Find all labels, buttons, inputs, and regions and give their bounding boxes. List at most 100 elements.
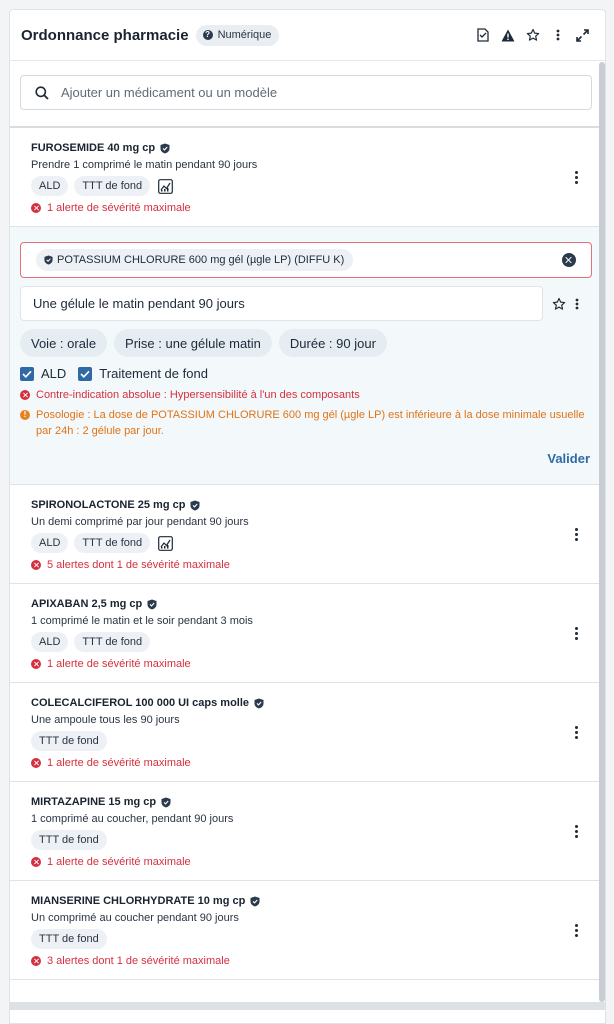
tag-ald: ALD: [31, 176, 69, 196]
prescription-list[interactable]: FUROSEMIDE 40 mg cp Prendre 1 comprimé l…: [10, 62, 605, 1023]
med-name: FUROSEMIDE 40 mg cp: [31, 142, 156, 154]
mode-badge[interactable]: ? Numérique: [195, 24, 280, 46]
med-alert[interactable]: 5 alertes dont 1 de sévérité maximale: [31, 559, 585, 571]
med-alert[interactable]: 3 alertes dont 1 de sévérité maximale: [31, 955, 585, 967]
search-input[interactable]: [61, 85, 541, 100]
posology-pills: Voie : orale Prise : une gélule matin Du…: [20, 329, 592, 357]
checkbox-traitement-de-fond-label: Traitement de fond: [99, 366, 208, 381]
more-vertical-icon[interactable]: [572, 298, 582, 310]
med-tags: ALD TTT de fond: [31, 632, 585, 652]
posology-warning-text: Posologie : La dose de POTASSIUM CHLORUR…: [36, 409, 585, 437]
med-tags: TTT de fond: [31, 929, 585, 949]
search-icon: [35, 85, 49, 100]
med-editor: POTASSIUM CHLORURE 600 mg gél (µgle LP) …: [10, 227, 605, 485]
med-alert-text: 1 alerte de sévérité maximale: [47, 658, 191, 670]
drug-chip: POTASSIUM CHLORURE 600 mg gél (µgle LP) …: [36, 249, 354, 271]
checkbox-ald-label: ALD: [41, 366, 67, 381]
shield-icon: [147, 599, 157, 609]
med-alert-text: 1 alerte de sévérité maximale: [47, 757, 191, 769]
tag-ttt-de-fond: TTT de fond: [74, 632, 151, 652]
med-item-mirtazapine[interactable]: MIRTAZAPINE 15 mg cp 1 comprimé au couch…: [10, 782, 605, 881]
list-footer-divider: [10, 1002, 605, 1010]
med-alert-text: 3 alertes dont 1 de sévérité maximale: [47, 955, 230, 967]
med-name: SPIRONOLACTONE 25 mg cp: [31, 499, 186, 511]
med-item-colecalciferol[interactable]: COLECALCIFEROL 100 000 UI caps molle Une…: [10, 683, 605, 782]
med-alert[interactable]: 1 alerte de sévérité maximale: [31, 202, 585, 214]
warning-icon[interactable]: [495, 23, 520, 48]
error-icon: [31, 956, 41, 966]
check-icon: [78, 366, 93, 381]
med-name: MIRTAZAPINE 15 mg cp: [31, 796, 157, 808]
med-posology: 1 comprimé au coucher, pendant 90 jours: [31, 813, 234, 825]
search-box[interactable]: [20, 75, 592, 110]
more-vertical-icon[interactable]: [569, 524, 583, 544]
error-icon: [31, 758, 41, 768]
tag-ald: ALD: [31, 533, 69, 553]
pill-prise[interactable]: Prise : une gélule matin: [114, 329, 272, 357]
expand-icon[interactable]: [570, 23, 595, 48]
contraindication-text: Contre-indication absolue : Hypersensibi…: [36, 389, 360, 401]
validate-button[interactable]: Valider: [547, 451, 590, 466]
more-vertical-icon[interactable]: [569, 821, 583, 841]
med-alert[interactable]: 1 alerte de sévérité maximale: [31, 757, 585, 769]
tag-ttt-de-fond: TTT de fond: [31, 929, 107, 949]
more-vertical-icon[interactable]: [569, 623, 583, 643]
med-tags: TTT de fond: [31, 731, 585, 751]
search-section: [10, 62, 605, 128]
med-tags: ALD TTT de fond: [31, 533, 585, 553]
star-icon[interactable]: [520, 23, 545, 48]
tag-ttt-de-fond: TTT de fond: [74, 176, 151, 196]
med-alert-text: 1 alerte de sévérité maximale: [47, 202, 191, 214]
drug-field[interactable]: POTASSIUM CHLORURE 600 mg gél (µgle LP) …: [20, 242, 592, 278]
posology-input[interactable]: [20, 286, 543, 321]
scrollbar[interactable]: [599, 62, 605, 1002]
shield-icon: [190, 500, 200, 510]
contraindication-alert[interactable]: Contre-indication absolue : Hypersensibi…: [20, 387, 592, 403]
header-actions: [470, 23, 595, 48]
error-icon: [31, 203, 41, 213]
shield-icon: [250, 896, 260, 906]
med-posology: Un demi comprimé par jour pendant 90 jou…: [31, 516, 249, 528]
error-icon: [31, 857, 41, 867]
med-name: COLECALCIFEROL 100 000 UI caps molle: [31, 697, 250, 709]
document-sign-icon[interactable]: [470, 23, 495, 48]
tag-ttt-de-fond: TTT de fond: [31, 731, 107, 751]
help-icon: ?: [202, 30, 213, 40]
prescription-panel: Ordonnance pharmacie ? Numérique Ajouter…: [9, 9, 606, 1024]
med-name: MIANSERINE CHLORHYDRATE 10 mg cp: [31, 895, 246, 907]
error-icon: [31, 560, 41, 570]
checkbox-traitement-de-fond[interactable]: Traitement de fond: [78, 366, 208, 381]
med-alert[interactable]: 1 alerte de sévérité maximale: [31, 856, 585, 868]
shield-icon: [44, 255, 53, 265]
more-vertical-icon[interactable]: [545, 23, 570, 48]
check-icon: [20, 366, 34, 381]
more-vertical-icon[interactable]: [569, 722, 583, 742]
med-item-apixaban[interactable]: APIXABAN 2,5 mg cp 1 comprimé le matin e…: [10, 584, 605, 683]
pill-duree[interactable]: Durée : 90 jour: [278, 329, 387, 357]
more-vertical-icon[interactable]: [569, 920, 583, 940]
posology-warning[interactable]: ! Posologie : La dose de POTASSIUM CHLORU…: [20, 407, 592, 439]
error-icon: [20, 390, 30, 400]
chart-icon[interactable]: [158, 535, 174, 551]
med-alert-text: 1 alerte de sévérité maximale: [47, 856, 191, 868]
more-vertical-icon[interactable]: [569, 167, 583, 187]
med-posology: Une ampoule tous les 90 jours: [31, 714, 180, 726]
shield-icon: [160, 143, 170, 153]
med-posology: Prendre 1 comprimé le matin pendant 90 j…: [31, 159, 258, 171]
tag-ald: ALD: [31, 632, 69, 652]
tag-ttt-de-fond: TTT de fond: [74, 533, 151, 553]
star-icon[interactable]: [552, 297, 566, 311]
chart-icon[interactable]: [158, 178, 174, 194]
med-item-mianserine[interactable]: MIANSERINE CHLORHYDRATE 10 mg cp Un comp…: [10, 881, 605, 980]
panel-header: Ordonnance pharmacie ? Numérique: [10, 10, 605, 61]
warning-icon: !: [20, 410, 30, 420]
editor-checkboxes: ALD Traitement de fond: [20, 366, 592, 381]
med-alert[interactable]: 1 alerte de sévérité maximale: [31, 658, 585, 670]
tag-ttt-de-fond: TTT de fond: [31, 830, 107, 850]
med-item-spironolactone[interactable]: SPIRONOLACTONE 25 mg cp Un demi comprimé…: [10, 485, 605, 584]
med-item-furosemide[interactable]: FUROSEMIDE 40 mg cp Prendre 1 comprimé l…: [10, 128, 605, 227]
med-tags: ALD TTT de fond: [31, 176, 585, 196]
checkbox-ald[interactable]: ALD: [20, 366, 66, 381]
pill-voie[interactable]: Voie : orale: [20, 329, 108, 357]
clear-icon[interactable]: [562, 253, 576, 267]
